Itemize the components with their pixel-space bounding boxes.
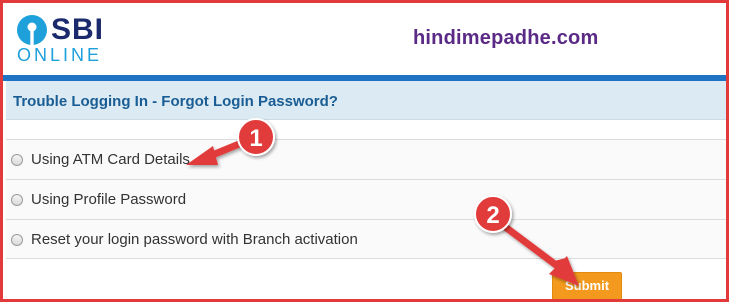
- radio-branch-activation[interactable]: [11, 234, 23, 246]
- option-atm-card[interactable]: Using ATM Card Details: [6, 139, 726, 179]
- submit-button[interactable]: Submit: [552, 272, 622, 299]
- page-title: Trouble Logging In - Forgot Login Passwo…: [13, 93, 338, 110]
- option-label[interactable]: Reset your login password with Branch ac…: [31, 231, 358, 248]
- radio-profile-password[interactable]: [11, 194, 23, 206]
- option-profile-password[interactable]: Using Profile Password: [6, 179, 726, 219]
- sbi-logo-icon: [17, 15, 47, 45]
- screenshot-frame: SBI ONLINE hindimepadhe.com Trouble Logg…: [0, 0, 729, 302]
- watermark-text: hindimepadhe.com: [413, 27, 599, 49]
- radio-atm-card[interactable]: [11, 154, 23, 166]
- page-title-bar: Trouble Logging In - Forgot Login Passwo…: [6, 81, 726, 120]
- option-label[interactable]: Using ATM Card Details: [31, 151, 190, 168]
- logo-brand-text: SBI: [51, 13, 105, 46]
- site-header: SBI ONLINE hindimepadhe.com: [3, 3, 726, 75]
- option-branch-activation[interactable]: Reset your login password with Branch ac…: [6, 219, 726, 259]
- logo-sub-text: ONLINE: [17, 45, 103, 65]
- sbi-online-logo[interactable]: SBI ONLINE: [15, 13, 115, 65]
- option-label[interactable]: Using Profile Password: [31, 191, 186, 208]
- recovery-options-list: Using ATM Card Details Using Profile Pas…: [6, 139, 726, 259]
